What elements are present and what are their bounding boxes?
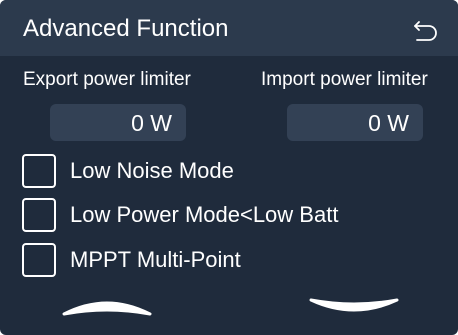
- low-noise-mode-label: Low Noise Mode: [70, 158, 234, 183]
- option-mppt-multi-point[interactable]: MPPT Multi-Point: [22, 243, 442, 281]
- chevron-down-icon: [309, 298, 399, 312]
- back-arrow-icon: [414, 21, 437, 41]
- page-title: Advanced Function: [23, 15, 229, 42]
- option-low-power-mode[interactable]: Low Power Mode<Low Batt: [22, 198, 442, 236]
- low-power-mode-label: Low Power Mode<Low Batt: [70, 202, 339, 227]
- scroll-down-button[interactable]: [309, 288, 399, 324]
- mppt-multi-point-checkbox[interactable]: [22, 243, 56, 277]
- low-noise-mode-checkbox[interactable]: [22, 154, 56, 188]
- export-limiter-value: 0 W: [131, 110, 172, 136]
- import-limiter-field[interactable]: 0 W: [287, 104, 423, 141]
- import-limiter-value: 0 W: [368, 110, 409, 136]
- back-button[interactable]: [412, 18, 440, 44]
- advanced-function-screen: Advanced Function Export power limiter I…: [0, 0, 458, 335]
- chevron-up-icon: [62, 301, 152, 316]
- export-limiter-field[interactable]: 0 W: [50, 104, 186, 141]
- option-low-noise-mode[interactable]: Low Noise Mode: [22, 154, 442, 192]
- import-limiter-label: Import power limiter: [261, 69, 428, 90]
- title-bar: Advanced Function: [0, 0, 458, 56]
- low-power-mode-checkbox[interactable]: [22, 198, 56, 232]
- export-limiter-label: Export power limiter: [23, 69, 191, 90]
- scroll-up-button[interactable]: [62, 288, 152, 324]
- mppt-multi-point-label: MPPT Multi-Point: [70, 247, 241, 272]
